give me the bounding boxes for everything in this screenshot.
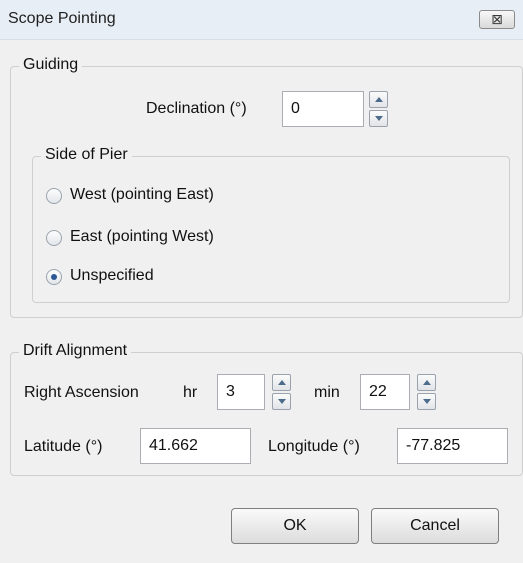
declination-label: Declination (°) (146, 100, 247, 117)
longitude-label: Longitude (°) (268, 438, 360, 455)
hr-down-button[interactable] (272, 393, 291, 410)
arrow-down-icon (278, 399, 286, 404)
right-ascension-label: Right Ascension (24, 384, 139, 401)
radio-selected-dot (51, 274, 57, 280)
hr-up-button[interactable] (272, 374, 291, 391)
radio-icon (46, 230, 62, 246)
drift-alignment-title: Drift Alignment (19, 342, 132, 360)
close-button[interactable]: ⊠ (479, 10, 515, 29)
longitude-input[interactable]: -77.825 (397, 428, 508, 464)
arrow-up-icon (375, 97, 383, 102)
hr-input[interactable]: 3 (217, 374, 265, 410)
hr-label: hr (183, 384, 198, 401)
close-icon: ⊠ (491, 11, 503, 27)
arrow-down-icon (423, 399, 431, 404)
hr-spinner (272, 374, 291, 410)
radio-unspecified-label: Unspecified (70, 267, 154, 284)
window-title: Scope Pointing (8, 10, 116, 27)
min-input[interactable]: 22 (360, 374, 410, 410)
radio-icon (46, 188, 62, 204)
radio-west-label: West (pointing East) (70, 186, 214, 203)
declination-spinner (369, 91, 388, 127)
ok-button[interactable]: OK (231, 508, 359, 544)
min-down-button[interactable] (417, 393, 436, 410)
latitude-label: Latitude (°) (24, 438, 103, 455)
latitude-input[interactable]: 41.662 (140, 428, 251, 464)
arrow-down-icon (375, 116, 383, 121)
side-of-pier-title: Side of Pier (41, 146, 132, 164)
min-label: min (314, 384, 340, 401)
declination-down-button[interactable] (369, 110, 388, 127)
title-bar: Scope Pointing ⊠ (0, 0, 523, 40)
radio-east-label: East (pointing West) (70, 228, 214, 245)
guiding-group-title: Guiding (19, 56, 83, 74)
arrow-up-icon (423, 380, 431, 385)
declination-input[interactable]: 0 (282, 91, 364, 127)
min-spinner (417, 374, 436, 410)
arrow-up-icon (278, 380, 286, 385)
declination-up-button[interactable] (369, 91, 388, 108)
radio-icon (46, 269, 62, 285)
min-up-button[interactable] (417, 374, 436, 391)
cancel-button[interactable]: Cancel (371, 508, 499, 544)
